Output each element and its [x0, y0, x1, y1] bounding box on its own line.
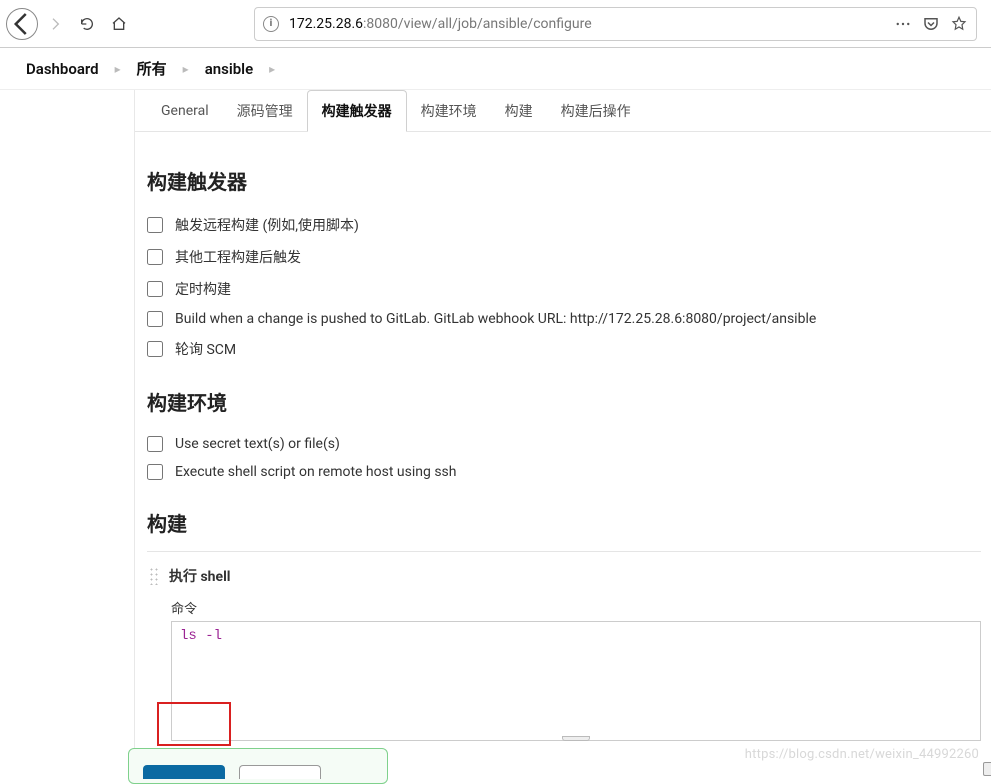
bookmark-star-icon[interactable]	[950, 15, 968, 33]
trigger-after-other-row[interactable]: 其他工程构建后触发	[147, 241, 981, 273]
content: General 源码管理 构建触发器 构建环境 构建 构建后操作 构建触发器 触…	[135, 90, 991, 776]
breadcrumb-view-all[interactable]: 所有	[135, 54, 169, 83]
home-icon	[111, 16, 127, 32]
trigger-remote-row[interactable]: 触发远程构建 (例如,使用脚本)	[147, 209, 981, 241]
url-text: 172.25.28.6:8080/view/all/job/ansible/co…	[289, 16, 592, 32]
scrollbar-vertical[interactable]	[983, 762, 991, 776]
address-bar[interactable]: i 172.25.28.6:8080/view/all/job/ansible/…	[254, 7, 977, 41]
forward-button	[40, 9, 70, 39]
section-title-build: 构建	[147, 508, 981, 537]
env-secret-row[interactable]: Use secret text(s) or file(s)	[147, 430, 981, 458]
tab-general[interactable]: General	[147, 90, 223, 131]
back-button[interactable]	[6, 8, 38, 40]
trigger-poll-scm-row[interactable]: 轮询 SCM	[147, 333, 981, 365]
url-actions	[894, 15, 968, 33]
trigger-gitlab-row[interactable]: Build when a change is pushed to GitLab.…	[147, 305, 981, 333]
trigger-remote-checkbox[interactable]	[147, 217, 163, 233]
home-button[interactable]	[104, 9, 134, 39]
arrow-right-icon	[47, 16, 63, 32]
env-secret-checkbox[interactable]	[147, 436, 163, 452]
env-ssh-remote-checkbox[interactable]	[147, 464, 163, 480]
more-icon[interactable]	[894, 15, 912, 33]
trigger-after-other-checkbox[interactable]	[147, 249, 163, 265]
tab-scm[interactable]: 源码管理	[223, 90, 307, 131]
reload-button[interactable]	[72, 9, 102, 39]
form-scroll-area: 构建触发器 触发远程构建 (例如,使用脚本) 其他工程构建后触发 定时构建 Bu…	[135, 166, 991, 775]
chevron-right-icon: ▸	[255, 62, 289, 76]
shell-command-line-1: ls -l	[172, 622, 980, 650]
shell-command-editor[interactable]: ls -l	[171, 621, 981, 741]
tab-post-build[interactable]: 构建后操作	[547, 90, 645, 131]
config-tabs: General 源码管理 构建触发器 构建环境 构建 构建后操作	[135, 90, 991, 132]
tab-build[interactable]: 构建	[491, 90, 547, 131]
breadcrumb-job[interactable]: ansible	[203, 56, 255, 82]
save-button[interactable]	[143, 765, 225, 779]
sidebar	[0, 90, 135, 776]
trigger-timed-row[interactable]: 定时构建	[147, 273, 981, 305]
build-step-title: 执行 shell	[169, 566, 230, 586]
trigger-timed-checkbox[interactable]	[147, 281, 163, 297]
trigger-poll-scm-checkbox[interactable]	[147, 341, 163, 357]
trigger-after-other-label: 其他工程构建后触发	[175, 247, 301, 267]
apply-button[interactable]	[239, 765, 321, 779]
browser-toolbar: i 172.25.28.6:8080/view/all/job/ansible/…	[0, 0, 991, 48]
reload-icon	[79, 16, 95, 32]
trigger-timed-label: 定时构建	[175, 279, 231, 299]
trigger-gitlab-label: Build when a change is pushed to GitLab.…	[175, 311, 816, 327]
trigger-remote-label: 触发远程构建 (例如,使用脚本)	[175, 215, 359, 235]
build-step-header: 执行 shell	[147, 560, 981, 594]
env-ssh-remote-label: Execute shell script on remote host usin…	[175, 464, 456, 480]
section-title-environment: 构建环境	[147, 387, 981, 416]
env-ssh-remote-row[interactable]: Execute shell script on remote host usin…	[147, 458, 981, 486]
main-body: General 源码管理 构建触发器 构建环境 构建 构建后操作 构建触发器 触…	[0, 90, 991, 776]
pocket-icon[interactable]	[922, 15, 940, 33]
chevron-right-icon: ▸	[101, 62, 135, 76]
command-label: 命令	[147, 594, 981, 621]
site-info-icon[interactable]: i	[263, 16, 279, 32]
editor-gutter	[172, 622, 176, 740]
breadcrumb: Dashboard ▸ 所有 ▸ ansible ▸	[0, 48, 991, 90]
section-title-triggers: 构建触发器	[147, 166, 981, 195]
arrow-left-icon	[7, 9, 37, 39]
save-popup	[128, 748, 388, 784]
tab-triggers[interactable]: 构建触发器	[307, 90, 407, 132]
breadcrumb-dashboard[interactable]: Dashboard	[24, 56, 101, 82]
watermark: https://blog.csdn.net/weixin_44992260	[745, 747, 979, 762]
drag-handle-icon[interactable]	[149, 567, 159, 585]
chevron-right-icon: ▸	[169, 62, 203, 76]
tab-environment[interactable]: 构建环境	[407, 90, 491, 131]
env-secret-label: Use secret text(s) or file(s)	[175, 436, 340, 452]
trigger-gitlab-checkbox[interactable]	[147, 311, 163, 327]
build-step: 执行 shell 命令 ls -l 查看 可用的环境变量列表	[147, 551, 981, 775]
shell-command-editor-wrap: ls -l	[171, 621, 981, 741]
nav-button-group	[6, 8, 134, 40]
trigger-poll-scm-label: 轮询 SCM	[175, 339, 236, 359]
resize-grip-icon[interactable]	[562, 736, 590, 741]
